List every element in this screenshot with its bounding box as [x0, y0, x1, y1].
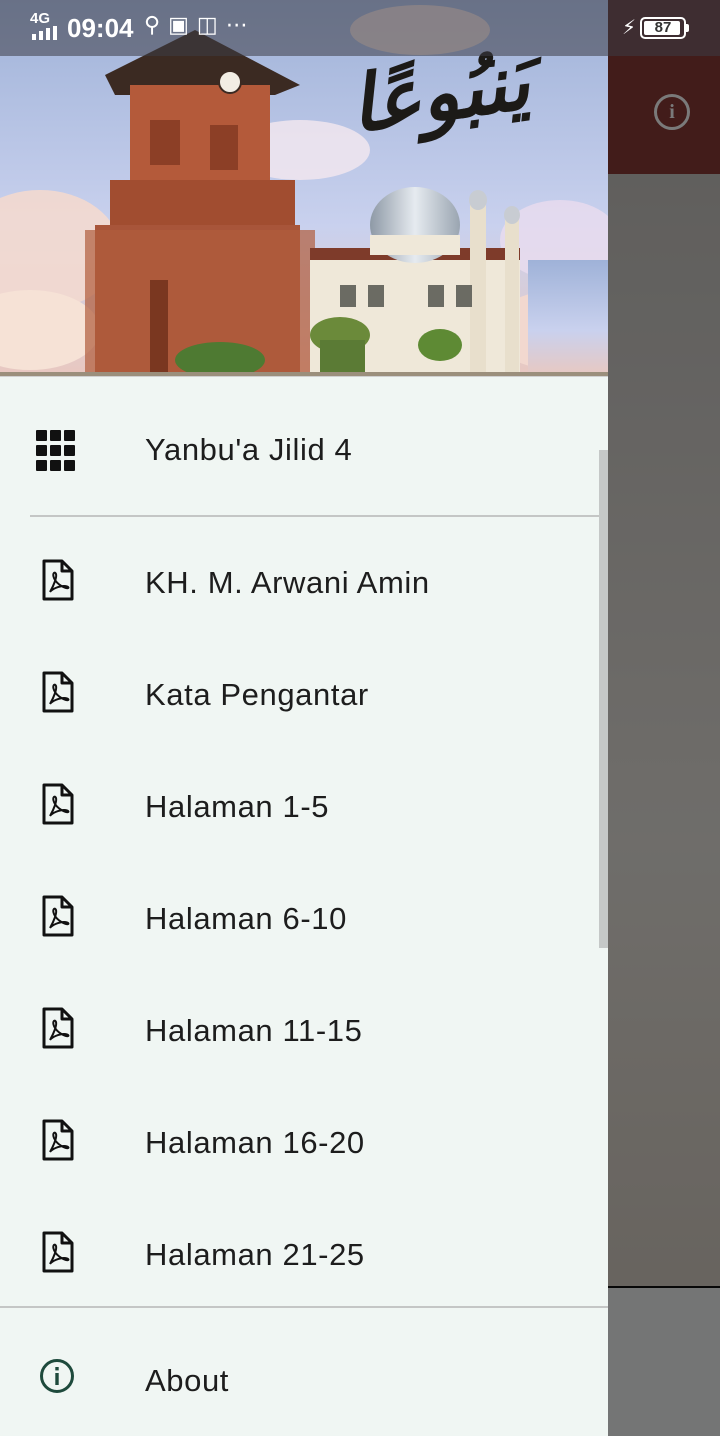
charging-icon: ⚡ — [622, 15, 637, 39]
pdf-icon — [42, 1231, 74, 1273]
pdf-icon — [42, 783, 74, 825]
pdf-icon — [42, 1007, 74, 1049]
more-dots-icon: ⋯ — [225, 13, 256, 38]
drawer-header-image: يَنبُوعًا — [0, 0, 608, 377]
screenshot-icon: ◫ — [196, 13, 226, 38]
navigation-drawer: يَنبُوعًا Yanbu'a Jilid 4 KH. M. Arwani … — [0, 0, 608, 1436]
menu-item-yanbua-jilid-4[interactable]: Yanbu'a Jilid 4 — [0, 394, 608, 506]
menu-item-label: Halaman 16-20 — [145, 1125, 365, 1160]
menu-divider — [0, 1306, 608, 1308]
menu-item-label: About — [145, 1363, 230, 1398]
network-type: 4G — [30, 10, 51, 27]
battery-icon: 87 — [640, 17, 686, 39]
status-bar: 4G 09:04 ⚲▣◫⋯ ⚡ 87 — [0, 0, 720, 56]
menu-item-label: Halaman 11-15 — [145, 1013, 363, 1048]
menu-item-label: Kata Pengantar — [145, 677, 369, 712]
menu-item-label: KH. M. Arwani Amin — [145, 565, 430, 600]
status-time: 09:04 — [67, 13, 134, 43]
drawer-scrollbar[interactable] — [599, 450, 608, 948]
pdf-icon — [42, 1119, 74, 1161]
pdf-icon — [42, 671, 74, 713]
menu-item-label: Halaman 1-5 — [145, 789, 330, 824]
notification-icons: ⚲▣◫⋯ — [144, 13, 256, 38]
grid-icon — [36, 430, 78, 472]
info-icon — [40, 1359, 74, 1393]
menu-item-kata-pengantar[interactable]: Kata Pengantar — [0, 638, 608, 750]
usb-debug-icon: ▣ — [168, 13, 197, 38]
menu-item-label: Halaman 6-10 — [145, 901, 347, 936]
menu-item-about[interactable]: About — [0, 1324, 608, 1436]
battery-percent: 87 — [654, 19, 672, 36]
usb-icon: ⚲ — [144, 13, 169, 38]
pdf-icon — [42, 559, 74, 601]
menu-divider — [30, 515, 600, 517]
menu-item-halaman-6-10[interactable]: Halaman 6-10 — [0, 862, 608, 974]
menu-item-label: Yanbu'a Jilid 4 — [145, 432, 353, 467]
menu-item-halaman-21-25[interactable]: Halaman 21-25 — [0, 1198, 608, 1310]
menu-item-halaman-16-20[interactable]: Halaman 16-20 — [0, 1086, 608, 1198]
menu-item-arwani-amin[interactable]: KH. M. Arwani Amin — [0, 526, 608, 638]
menu-item-halaman-11-15[interactable]: Halaman 11-15 — [0, 974, 608, 1086]
pdf-icon — [42, 895, 74, 937]
menu-item-halaman-1-5[interactable]: Halaman 1-5 — [0, 750, 608, 862]
menu-item-label: Halaman 21-25 — [145, 1237, 365, 1272]
signal-icon — [32, 26, 57, 40]
